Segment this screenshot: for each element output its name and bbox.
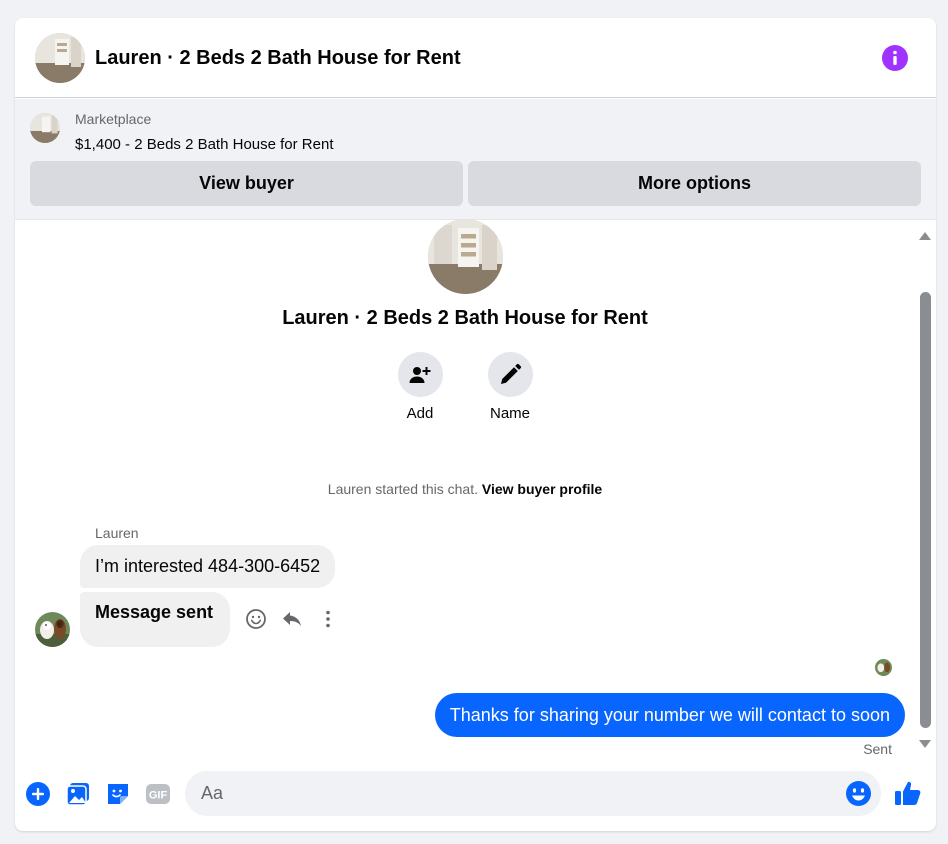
profile-title: Lauren · 2 Beds 2 Bath House for Rent [282, 307, 648, 329]
scroll-thumb[interactable] [920, 292, 931, 728]
scroll-up-arrow-icon[interactable] [919, 232, 931, 240]
message-input[interactable] [185, 771, 881, 816]
message-actions [243, 606, 341, 632]
profile-avatar[interactable] [428, 219, 503, 294]
chat-header: Lauren · 2 Beds 2 Bath House for Rent [15, 18, 936, 98]
message-thread: Lauren · 2 Beds 2 Bath House for Rent Ad… [15, 219, 936, 769]
info-icon[interactable] [882, 45, 908, 71]
thread-scrollbar[interactable] [915, 224, 936, 756]
pencil-icon [501, 363, 522, 384]
listing-title[interactable]: $1,400 - 2 Beds 2 Bath House for Rent [75, 136, 334, 153]
chat-window: Lauren · 2 Beds 2 Bath House for Rent Ma… [15, 18, 936, 831]
outgoing-message[interactable]: Thanks for sharing your number we will c… [434, 693, 905, 737]
add-person-icon [409, 366, 431, 383]
reply-icon[interactable] [279, 606, 305, 632]
emoji-icon[interactable] [845, 780, 872, 807]
chat-started-text: Lauren started this chat. [327, 481, 478, 497]
marketplace-label: Marketplace [75, 111, 152, 127]
chat-title[interactable]: Lauren · 2 Beds 2 Bath House for Rent [95, 47, 461, 70]
listing-thumbnail[interactable] [30, 113, 60, 143]
marketplace-bar: Marketplace $1,400 - 2 Beds 2 Bath House… [15, 99, 936, 220]
seen-receipt-avatar [875, 659, 892, 676]
sticker-icon[interactable] [105, 781, 131, 807]
add-label: Add [406, 405, 434, 422]
smiley-icon[interactable] [243, 606, 269, 632]
plus-circle-icon[interactable] [25, 781, 51, 807]
gif-label: GIF [149, 790, 168, 802]
add-button[interactable]: Add [385, 352, 455, 422]
message-composer: GIF [15, 769, 936, 831]
view-buyer-profile-link[interactable]: View buyer profile [482, 481, 602, 497]
name-button[interactable]: Name [475, 352, 545, 422]
gif-icon[interactable]: GIF [145, 781, 171, 807]
sender-name: Lauren [95, 525, 139, 541]
listing-avatar[interactable] [35, 33, 85, 83]
sender-avatar[interactable] [35, 612, 70, 647]
scroll-down-arrow-icon[interactable] [919, 740, 931, 748]
incoming-message[interactable]: Message sent [80, 592, 230, 647]
more-options-button[interactable]: More options [468, 161, 921, 206]
chat-started-notice: Lauren started this chat. View buyer pro… [15, 481, 915, 497]
name-label: Name [489, 405, 530, 422]
thumbs-up-icon[interactable] [894, 779, 922, 807]
message-status: Sent [863, 741, 892, 757]
incoming-message[interactable]: I’m interested 484-300-6452 [80, 545, 336, 588]
photo-icon[interactable] [65, 781, 91, 807]
more-vertical-icon[interactable] [315, 606, 341, 632]
view-buyer-button[interactable]: View buyer [30, 161, 463, 206]
